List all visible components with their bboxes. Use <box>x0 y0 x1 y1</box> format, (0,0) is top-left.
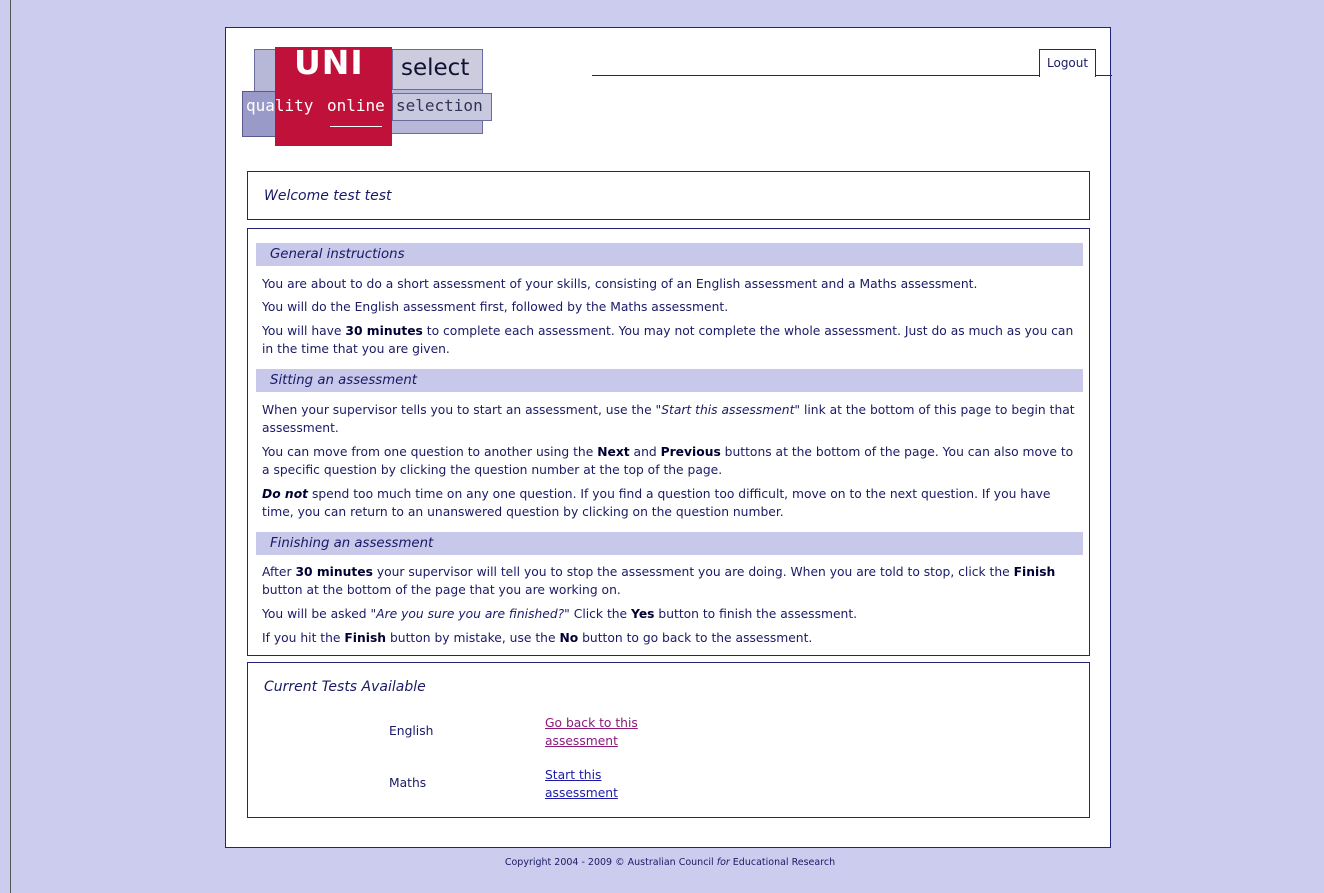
section-heading-sitting: Sitting an assessment <box>256 369 1083 392</box>
logo-uni: UNI <box>294 43 364 82</box>
general-para-3: You will have 30 minutes to complete eac… <box>262 324 1074 356</box>
welcome-message: Welcome test test <box>264 188 392 204</box>
uniselect-logo: UNI select quality online selection <box>242 43 494 147</box>
page-container: UNI select quality online selection Logo… <box>225 27 1112 848</box>
section-heading-finishing: Finishing an assessment <box>256 532 1083 555</box>
instructions-panel: General instructions You are about to do… <box>247 228 1090 656</box>
go-back-english-link[interactable]: Go back to this assessment <box>545 714 675 750</box>
tests-title: Current Tests Available <box>264 679 426 695</box>
tests-panel: Current Tests Available English Go back … <box>247 662 1090 818</box>
welcome-panel: Welcome test test <box>247 171 1090 220</box>
finishing-para-3: If you hit the Finish button by mistake,… <box>262 631 813 645</box>
copyright-footer: Copyright 2004 - 2009 © Australian Counc… <box>504 857 836 868</box>
section-heading-general: General instructions <box>256 243 1083 266</box>
test-name-english: English <box>389 724 434 738</box>
general-para-2: You will do the English assessment first… <box>262 300 729 314</box>
sitting-para-3: Do not spend too much time on any one qu… <box>262 487 1051 519</box>
finishing-para-1: After 30 minutes your supervisor will te… <box>262 565 1056 597</box>
header-rule <box>592 75 1112 76</box>
finishing-para-2: You will be asked "Are you sure you are … <box>262 607 858 621</box>
test-name-maths: Maths <box>389 776 427 790</box>
general-para-1: You are about to do a short assessment o… <box>262 277 978 291</box>
window-left-edge <box>10 0 11 893</box>
logo-select: select <box>401 55 470 81</box>
sitting-para-2: You can move from one question to anothe… <box>262 445 1074 477</box>
start-maths-link[interactable]: Start this assessment <box>545 766 675 802</box>
logout-button[interactable]: Logout <box>1039 49 1097 77</box>
sitting-para-1: When your supervisor tells you to start … <box>262 403 1075 435</box>
